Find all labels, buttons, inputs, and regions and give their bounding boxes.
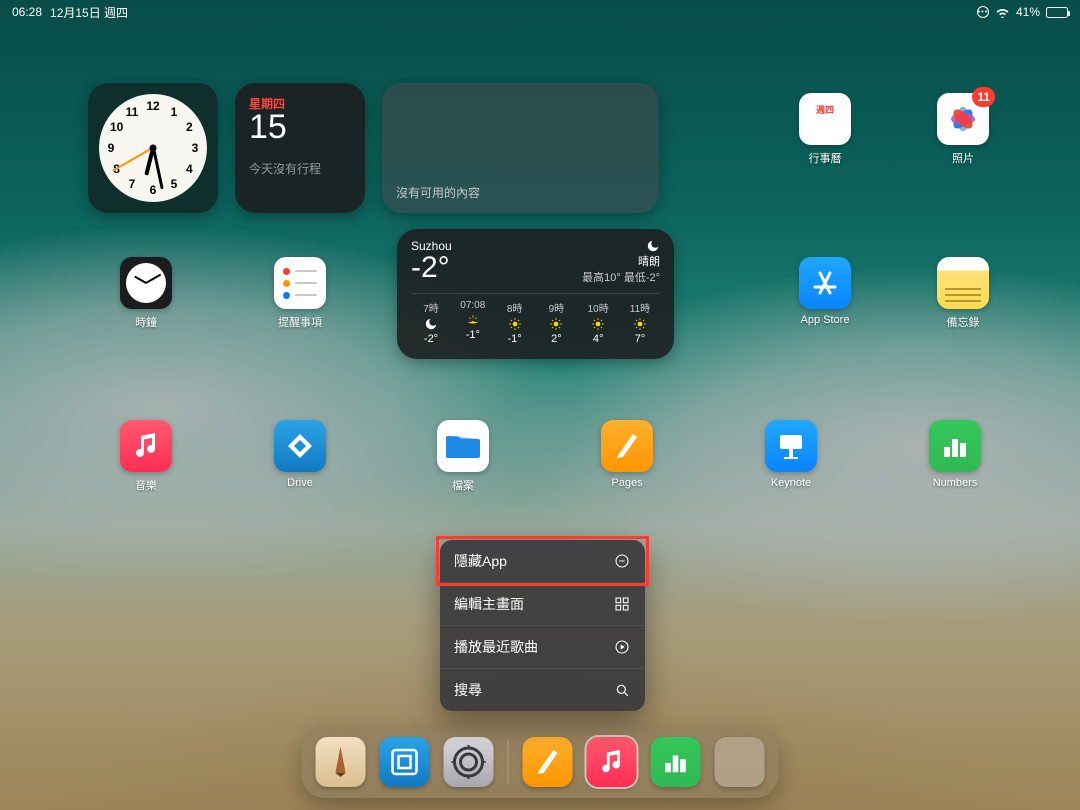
photos-icon: 11 xyxy=(937,93,989,145)
app-label: Numbers xyxy=(933,477,978,489)
app-label: 照片 xyxy=(952,150,974,166)
weather-hour: 9時2° xyxy=(536,300,576,345)
app-drive[interactable]: Drive xyxy=(269,420,331,489)
context-menu-item[interactable]: 搜尋 xyxy=(440,668,645,711)
empty-widget[interactable]: 沒有可用的內容 xyxy=(382,83,659,213)
calendar-icon: 週四 15 xyxy=(799,93,851,145)
numbers-icon xyxy=(929,420,981,472)
appstore-icon xyxy=(799,257,851,309)
app-label: Keynote xyxy=(771,477,811,489)
grid-icon xyxy=(613,595,631,613)
empty-widget-note: 沒有可用的內容 xyxy=(396,184,480,201)
app-label: Drive xyxy=(287,477,313,489)
weather-widget[interactable]: Suzhou -2° 晴朗 最高10° 最低-2° 7時-2°07:08-1°8… xyxy=(397,229,674,359)
app-clock[interactable]: 時鐘 xyxy=(115,257,177,330)
calendar-widget-day: 15 xyxy=(249,110,351,146)
app-label: 備忘錄 xyxy=(947,314,980,330)
status-date: 12月15日 週四 xyxy=(50,4,128,21)
weather-hourly: 7時-2°07:08-1°8時-1°9時2°10時4°11時7° xyxy=(411,293,660,345)
pages-icon xyxy=(601,420,653,472)
dock-divider xyxy=(508,740,509,784)
weather-hour: 8時-1° xyxy=(495,300,535,345)
status-time: 06:28 xyxy=(12,5,42,19)
app-reminders[interactable]: 提醒事項 xyxy=(269,257,331,330)
status-more-icon: ••• xyxy=(977,6,989,18)
dock-app-settings[interactable] xyxy=(444,737,494,787)
app-photos[interactable]: 11 照片 xyxy=(932,93,994,166)
context-menu-item[interactable]: 編輯主畫面 xyxy=(440,582,645,625)
files-icon xyxy=(437,420,489,472)
app-label: Pages xyxy=(611,477,642,489)
app-label: App Store xyxy=(801,314,850,326)
music-icon xyxy=(120,420,172,472)
reminders-icon xyxy=(274,257,326,309)
weather-hour: 10時4° xyxy=(578,300,618,345)
weather-hour: 7時-2° xyxy=(411,300,451,345)
app-label: 行事曆 xyxy=(809,150,842,166)
weather-hilo: 最高10° 最低-2° xyxy=(582,269,660,285)
dock-app-library[interactable] xyxy=(715,737,765,787)
wifi-icon xyxy=(995,7,1010,18)
dock-recent-numbers[interactable] xyxy=(651,737,701,787)
clock-app-icon xyxy=(120,257,172,309)
app-label: 檔案 xyxy=(452,477,474,493)
weather-hour: 07:08-1° xyxy=(453,300,493,345)
app-label: 提醒事項 xyxy=(278,314,322,330)
dock-recent-music[interactable] xyxy=(587,737,637,787)
dock xyxy=(302,726,779,798)
context-menu: 隱藏App編輯主畫面播放最近歌曲搜尋 xyxy=(440,540,645,711)
dock-app-widgetsmith[interactable] xyxy=(380,737,430,787)
battery-pct: 41% xyxy=(1016,5,1040,19)
keynote-icon xyxy=(765,420,817,472)
battery-icon xyxy=(1046,7,1068,18)
app-keynote[interactable]: Keynote xyxy=(760,420,822,489)
drive-icon xyxy=(274,420,326,472)
weather-condition: 晴朗 xyxy=(582,253,660,269)
play-circle-icon xyxy=(613,638,631,656)
app-notes[interactable]: 備忘錄 xyxy=(932,257,994,330)
moon-icon xyxy=(646,239,660,253)
notes-icon xyxy=(937,257,989,309)
app-files[interactable]: 檔案 xyxy=(432,420,494,493)
dock-recent-pages[interactable] xyxy=(523,737,573,787)
search-icon xyxy=(613,681,631,699)
calendar-widget[interactable]: 星期四 15 今天沒有行程 xyxy=(235,83,365,213)
app-calendar[interactable]: 週四 15 行事曆 xyxy=(794,93,856,166)
app-pages[interactable]: Pages xyxy=(596,420,658,489)
status-bar: 06:28 12月15日 週四 ••• 41% xyxy=(0,2,1080,22)
context-menu-item[interactable]: 播放最近歌曲 xyxy=(440,625,645,668)
calendar-widget-note: 今天沒有行程 xyxy=(249,160,351,177)
app-numbers[interactable]: Numbers xyxy=(924,420,986,489)
weather-temp: -2° xyxy=(411,253,452,283)
app-label: 時鐘 xyxy=(135,314,157,330)
app-music[interactable]: 音樂 xyxy=(115,420,177,493)
weather-hour: 11時7° xyxy=(620,300,660,345)
photos-badge: 11 xyxy=(972,87,995,107)
minus-circle-icon xyxy=(613,552,631,570)
dock-app-sketch[interactable] xyxy=(316,737,366,787)
app-label: 音樂 xyxy=(135,477,157,493)
app-appstore[interactable]: App Store xyxy=(794,257,856,326)
clock-widget[interactable]: 121234567891011 xyxy=(88,83,218,213)
clock-face: 121234567891011 xyxy=(99,94,207,202)
context-menu-item[interactable]: 隱藏App xyxy=(440,540,645,582)
